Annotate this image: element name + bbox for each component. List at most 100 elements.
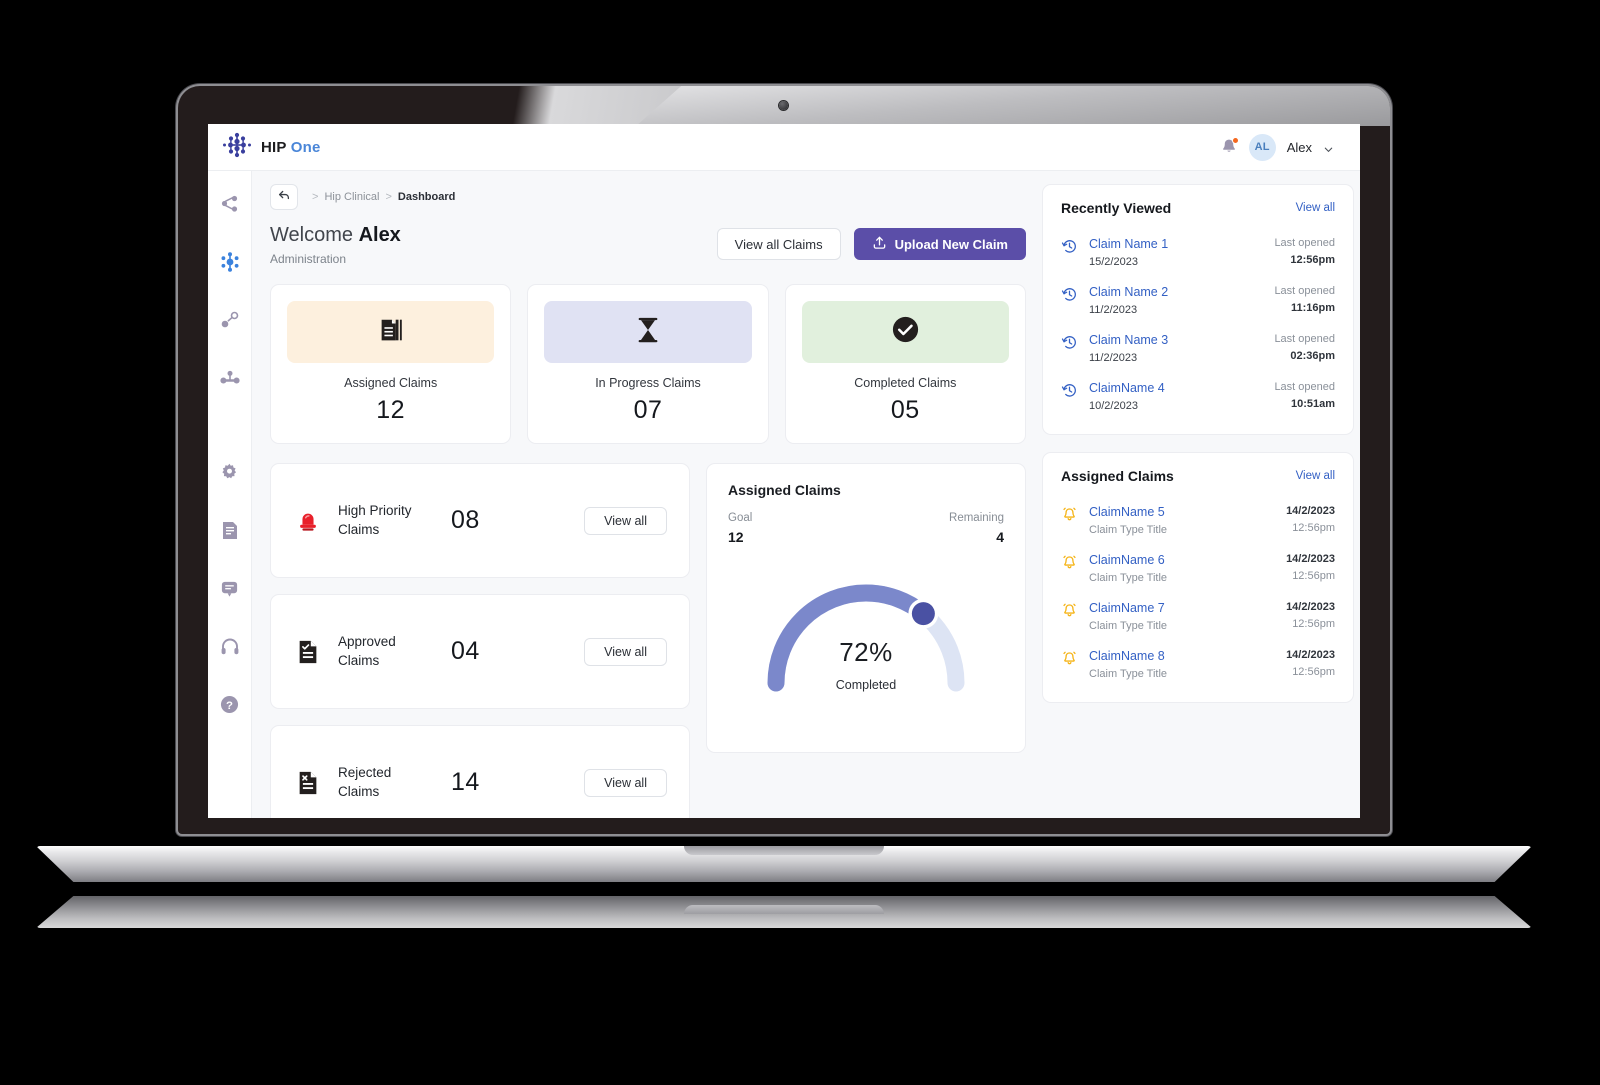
claim-name-link[interactable]: ClaimName 5 (1089, 505, 1275, 519)
mini-cards-column: High Priority Claims 08 View all Approve… (270, 463, 690, 818)
claim-name-link[interactable]: ClaimName 7 (1089, 601, 1275, 615)
recently-viewed-item[interactable]: Claim Name 2 11/2/2023 Last opened 11:16pm (1061, 277, 1335, 325)
gauge-remaining-value: 4 (996, 529, 1004, 545)
view-all-claims-button[interactable]: View all Claims (716, 228, 841, 260)
sidebar-item-node-link[interactable] (219, 309, 241, 331)
breadcrumb: > Hip Clinical > Dashboard (312, 191, 455, 203)
breadcrumb-parent[interactable]: Hip Clinical (324, 191, 379, 203)
sidebar-item-help[interactable]: ? (219, 693, 241, 715)
claim-name-link[interactable]: Claim Name 2 (1089, 285, 1263, 299)
panel-header: Assigned Claims View all (1061, 468, 1335, 484)
last-opened-time: 10:51am (1290, 398, 1335, 410)
claim-name-link[interactable]: ClaimName 8 (1089, 649, 1275, 663)
claim-type-title: Claim Type Title (1089, 668, 1168, 680)
bell-ring-icon (1061, 507, 1078, 527)
claim-type-title: Claim Type Title (1089, 524, 1168, 536)
avatar[interactable]: AL (1248, 133, 1276, 161)
bell-ring-icon (1061, 651, 1078, 671)
page-subtitle: Administration (270, 252, 347, 266)
last-opened-time: 12:56pm (1290, 254, 1335, 266)
claim-type-title: Claim Type Title (1089, 572, 1168, 584)
siren-alarm-icon (295, 508, 321, 534)
molecule-network-icon (222, 132, 252, 163)
sidebar-item-support-headset[interactable] (219, 635, 241, 657)
view-all-button[interactable]: View all (584, 768, 667, 797)
back-button[interactable] (270, 184, 298, 210)
brand-logo[interactable]: HIP One (222, 132, 321, 163)
claim-date: 14/2/2023 (1286, 649, 1335, 661)
stat-icon-container (801, 301, 1009, 363)
welcome-block: Welcome Alex Administration (270, 224, 401, 266)
sidebar-item-settings[interactable] (219, 461, 241, 483)
view-all-button[interactable]: View all (584, 506, 667, 535)
panel-title: Assigned Claims (1061, 468, 1174, 484)
upload-new-claim-button[interactable]: Upload New Claim (853, 228, 1026, 260)
claim-name-link[interactable]: ClaimName 6 (1089, 553, 1275, 567)
stat-cards-row: Assigned Claims 12 In Progress Claims 07… (270, 284, 1026, 444)
claim-date: 10/2/2023 (1089, 400, 1138, 412)
sidebar-item-share-nodes[interactable] (219, 193, 241, 215)
notification-bell-icon[interactable] (1220, 137, 1239, 156)
stat-icon-container (544, 301, 752, 363)
mini-card-rejected-claims[interactable]: Rejected Claims 14 View all (270, 725, 690, 818)
claim-name-link[interactable]: Claim Name 1 (1089, 237, 1263, 251)
mini-card-label: High Priority Claims (338, 502, 412, 537)
claim-time: 12:56pm (1292, 618, 1335, 630)
last-opened-label: Last opened (1274, 285, 1335, 297)
view-all-link[interactable]: View all (1296, 470, 1335, 482)
documents-stack-icon (376, 315, 406, 350)
view-all-link[interactable]: View all (1296, 202, 1335, 214)
stat-value: 07 (633, 396, 663, 424)
stat-value: 12 (376, 396, 406, 424)
claim-time: 12:56pm (1292, 666, 1335, 678)
user-name[interactable]: Alex (1287, 140, 1312, 155)
main-content: > Hip Clinical > Dashboard Welcome Alex … (252, 171, 1360, 818)
claim-date: 11/2/2023 (1089, 352, 1138, 364)
last-opened-label: Last opened (1274, 237, 1335, 249)
sidebar-item-chat[interactable] (219, 577, 241, 599)
assigned-claim-item[interactable]: ClaimName 8 Claim Type Title 14/2/2023 12:5… (1061, 641, 1335, 689)
assigned-claim-item[interactable]: ClaimName 7 Claim Type Title 14/2/2023 12:5… (1061, 593, 1335, 641)
gauge-percent-label: 72% (839, 637, 893, 667)
stat-card-in-progress-claims[interactable]: In Progress Claims 07 (527, 284, 769, 444)
stat-card-completed-claims[interactable]: Completed Claims 05 (784, 284, 1026, 444)
claim-time: 12:56pm (1292, 522, 1335, 534)
view-all-button[interactable]: View all (584, 637, 667, 666)
assigned-claim-item[interactable]: ClaimName 5 Claim Type Title 14/2/2023 12:5… (1061, 497, 1335, 545)
mini-card-high-priority-claims[interactable]: High Priority Claims 08 View all (270, 463, 690, 578)
assigned-claims-list: ClaimName 5 Claim Type Title 14/2/2023 12:5… (1061, 497, 1335, 689)
lower-section: High Priority Claims 08 View all Approve… (270, 463, 1026, 818)
recently-viewed-item[interactable]: Claim Name 3 11/2/2023 Last opened 02:36pm (1061, 325, 1335, 373)
bell-ring-icon (1061, 555, 1078, 575)
claim-name-link[interactable]: ClaimName 4 (1089, 381, 1263, 395)
sidebar-item-nodes-group[interactable] (219, 367, 241, 389)
stat-icon-container (287, 301, 495, 363)
topbar-right-group: AL Alex (1220, 133, 1334, 161)
upload-icon (872, 235, 887, 253)
document-check-icon (295, 639, 321, 665)
chevron-down-icon[interactable] (1323, 142, 1334, 153)
assigned-claims-panel: Assigned Claims View all ClaimName 5 Clai… (1042, 452, 1354, 703)
sidebar-item-documents[interactable] (219, 519, 241, 541)
stat-card-assigned-claims[interactable]: Assigned Claims 12 (270, 284, 512, 444)
hourglass-icon (635, 315, 661, 350)
claim-time: 12:56pm (1292, 570, 1335, 582)
app-topbar: HIP One AL Alex (208, 124, 1360, 171)
claim-type-title: Claim Type Title (1089, 620, 1168, 632)
claim-name-link[interactable]: Claim Name 3 (1089, 333, 1263, 347)
assigned-claim-item[interactable]: ClaimName 6 Claim Type Title 14/2/2023 12:5… (1061, 545, 1335, 593)
gauge-metrics: Goal 12 Remaining 4 (728, 512, 1004, 545)
stat-value: 05 (890, 396, 920, 424)
breadcrumb-separator: > (385, 191, 392, 203)
gauge-card-title: Assigned Claims (728, 482, 841, 498)
recently-viewed-item[interactable]: Claim Name 1 15/2/2023 Last opened 12:56pm (1061, 229, 1335, 277)
gauge-goal-value: 12 (728, 529, 744, 545)
welcome-greeting: Welcome (270, 224, 353, 246)
document-x-icon (295, 770, 321, 796)
mini-card-approved-claims[interactable]: Approved Claims 04 View all (270, 594, 690, 709)
breadcrumb-current: Dashboard (397, 191, 456, 203)
last-opened-time: 11:16pm (1290, 302, 1335, 314)
sidebar-item-molecule-nodes[interactable] (219, 251, 241, 273)
recently-viewed-item[interactable]: ClaimName 4 10/2/2023 Last opened 10:51am (1061, 373, 1335, 421)
claim-date: 11/2/2023 (1089, 304, 1138, 316)
